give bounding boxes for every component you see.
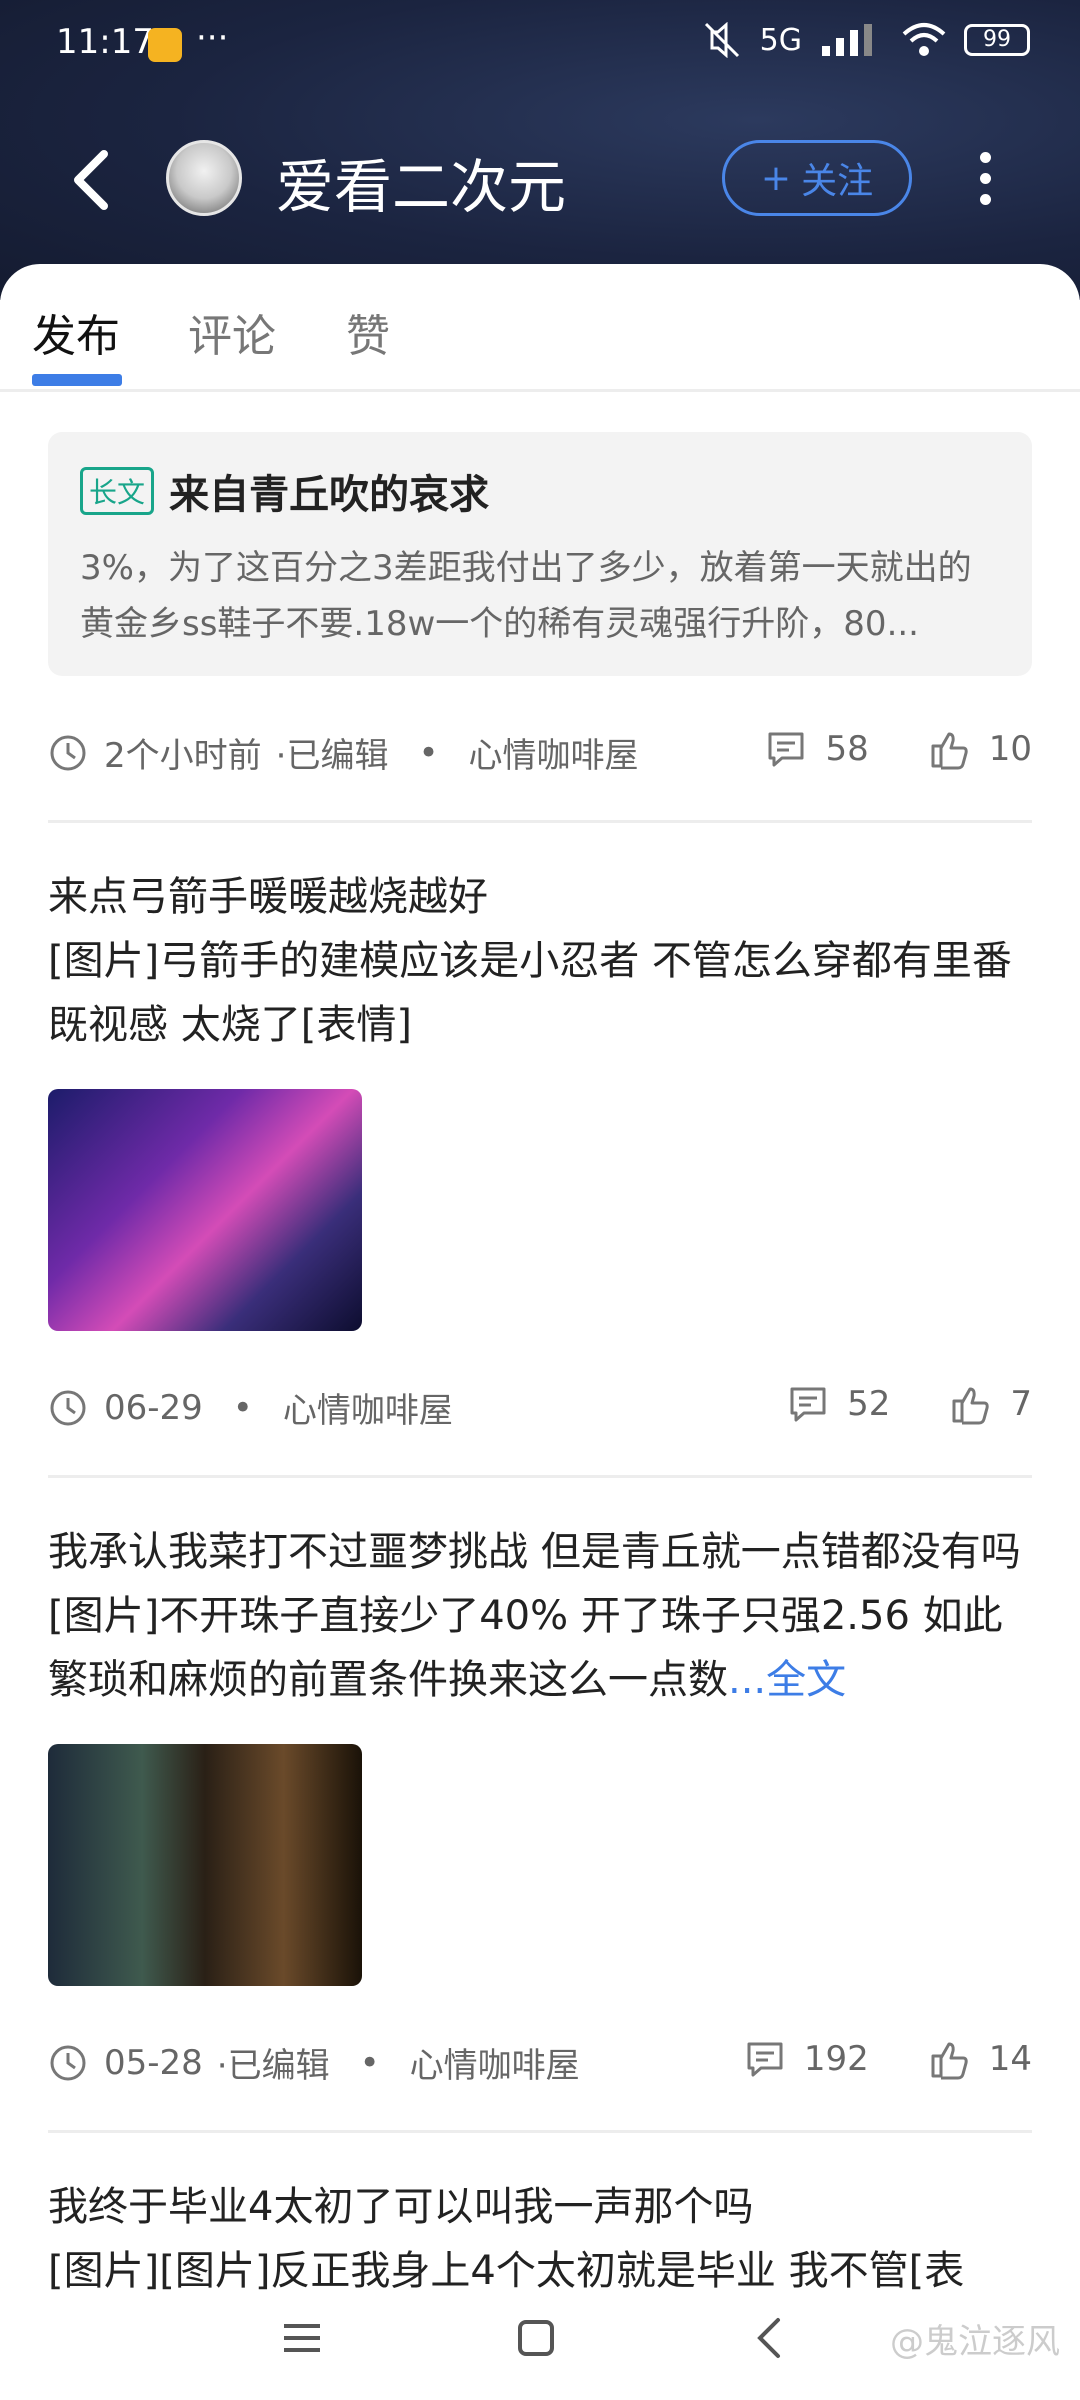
comment-icon[interactable] xyxy=(787,1383,829,1425)
post-body-text: 我承认我菜打不过噩梦挑战 但是青丘就一点错都没有吗 [图片]不开珠子直接少了40… xyxy=(48,1529,1021,1703)
like-count: 14 xyxy=(988,2039,1032,2079)
comment-count: 192 xyxy=(803,2039,869,2079)
clock-icon xyxy=(50,2045,86,2080)
divider xyxy=(48,820,1032,823)
comment-count: 52 xyxy=(847,1384,891,1424)
post-meta: 06-29 • 心情咖啡屋 52 7 xyxy=(48,1367,1032,1447)
top-bar: 爱看二次元 + 关注 xyxy=(0,120,1080,240)
like-count: 10 xyxy=(988,729,1032,769)
notification-icon xyxy=(148,28,182,62)
post-image[interactable] xyxy=(48,1089,362,1331)
post-image[interactable] xyxy=(48,1744,362,1986)
post-meta: 05-28 ·已编辑 • 心情咖啡屋 192 14 xyxy=(48,2022,1032,2102)
post-time: 2个小时前 xyxy=(104,736,262,776)
meta-separator: • xyxy=(418,732,439,773)
forum-name[interactable]: 心情咖啡屋 xyxy=(469,728,639,777)
tab-bar: 发布 评论 赞 xyxy=(0,264,1080,392)
like-count: 7 xyxy=(1010,1384,1032,1424)
follow-plus-icon: + xyxy=(760,157,792,199)
network-label: 5G xyxy=(759,22,802,58)
clock-icon xyxy=(50,1390,86,1425)
post-edited: ·已编辑 xyxy=(216,2046,330,2086)
signal-icon xyxy=(822,24,872,56)
meta-separator: • xyxy=(359,2042,380,2083)
comment-count: 58 xyxy=(825,729,869,769)
home-nav-icon[interactable] xyxy=(506,2308,566,2368)
post-item[interactable]: 来点弓箭手暖暖越烧越好 [图片]弓箭手的建模应该是小忍者 不管怎么穿都有里番既视… xyxy=(48,865,1032,1331)
divider xyxy=(48,2130,1032,2133)
like-icon[interactable] xyxy=(950,1383,992,1425)
article-title: 来自青丘吹的哀求 xyxy=(169,472,490,518)
forum-name[interactable]: 心情咖啡屋 xyxy=(283,1383,453,1432)
follow-button[interactable]: + 关注 xyxy=(722,140,912,216)
wifi-icon xyxy=(902,23,946,56)
post-title: 来点弓箭手暖暖越烧越好 xyxy=(48,874,488,920)
mute-icon xyxy=(704,22,739,58)
like-icon[interactable] xyxy=(929,2038,971,2080)
post-item[interactable]: 我终于毕业4太初了可以叫我一声那个吗 [图片][图片]反正我身上4个太初就是毕业… xyxy=(48,2175,1032,2303)
clock-icon xyxy=(50,735,86,770)
comment-icon[interactable] xyxy=(765,728,807,770)
system-nav-bar: @鬼泣逐风 xyxy=(0,2290,1080,2400)
post-time: 06-29 xyxy=(104,1387,203,1428)
channel-title: 爱看二次元 xyxy=(276,153,567,221)
content-sheet: 发布 评论 赞 长文 来自青丘吹的哀求 3%，为了这百分之3差距我付出了多少，放… xyxy=(0,264,1080,2400)
post-item[interactable]: 我承认我菜打不过噩梦挑战 但是青丘就一点错都没有吗 [图片]不开珠子直接少了40… xyxy=(48,1520,1032,1986)
post-time: 05-28 xyxy=(104,2042,203,2083)
tab-active-indicator xyxy=(32,374,122,386)
meta-separator: • xyxy=(232,1387,253,1428)
more-options-icon[interactable] xyxy=(975,146,995,212)
channel-avatar[interactable] xyxy=(166,140,242,216)
article-excerpt: 3%，为了这百分之3差距我付出了多少，放着第一天就出的黄金乡ss鞋子不要.18w… xyxy=(80,548,972,644)
status-bar: 11:17 ··· 5G 99 xyxy=(0,0,1080,90)
battery-indicator: 99 xyxy=(964,24,1030,56)
post-edited: ·已编辑 xyxy=(275,736,389,776)
status-more-dots: ··· xyxy=(196,18,229,58)
tab-posts[interactable]: 发布 xyxy=(32,300,120,364)
back-nav-icon[interactable] xyxy=(740,2308,800,2368)
long-article-badge: 长文 xyxy=(80,467,155,515)
like-icon[interactable] xyxy=(929,728,971,770)
long-article-card[interactable]: 长文 来自青丘吹的哀求 3%，为了这百分之3差距我付出了多少，放着第一天就出的黄… xyxy=(48,432,1032,676)
post-meta: 2个小时前 ·已编辑 • 心情咖啡屋 58 10 xyxy=(48,712,1032,792)
follow-label: 关注 xyxy=(801,161,874,202)
post-body: [图片]弓箭手的建模应该是小忍者 不管怎么穿都有里番既视感 太烧了[表情] xyxy=(48,938,1012,1048)
back-arrow-icon[interactable] xyxy=(64,148,124,212)
forum-name[interactable]: 心情咖啡屋 xyxy=(410,2038,580,2087)
post-title: 我终于毕业4太初了可以叫我一声那个吗 xyxy=(48,2184,754,2230)
tab-comments[interactable]: 评论 xyxy=(188,300,276,364)
watermark: @鬼泣逐风 xyxy=(890,2322,1060,2362)
status-time: 11:17 xyxy=(56,22,154,62)
menu-nav-icon[interactable] xyxy=(272,2308,332,2368)
read-more-link[interactable]: ...全文 xyxy=(728,1657,846,1703)
tab-likes[interactable]: 赞 xyxy=(346,300,390,364)
post-feed: 长文 来自青丘吹的哀求 3%，为了这百分之3差距我付出了多少，放着第一天就出的黄… xyxy=(48,432,1032,2303)
divider xyxy=(48,1475,1032,1478)
post-body: 我承认我菜打不过噩梦挑战 但是青丘就一点错都没有吗 [图片]不开珠子直接少了40… xyxy=(48,1520,1032,1712)
comment-icon[interactable] xyxy=(744,2038,786,2080)
